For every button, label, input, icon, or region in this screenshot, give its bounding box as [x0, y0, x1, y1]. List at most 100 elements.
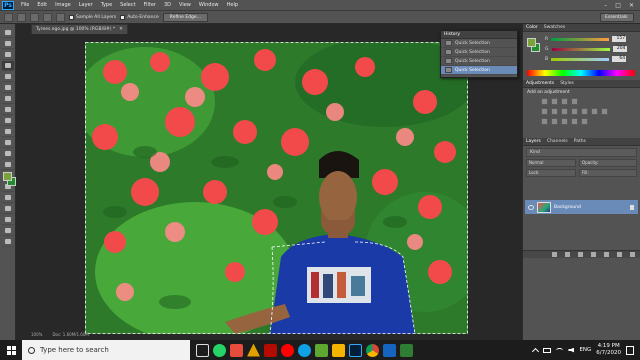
- blur-tool-icon[interactable]: [1, 160, 14, 170]
- eyedropper-tool-icon[interactable]: [1, 83, 14, 93]
- green-value[interactable]: 204: [612, 46, 627, 52]
- eraser-tool-icon[interactable]: [1, 138, 14, 148]
- menu-3d[interactable]: 3D: [160, 2, 175, 8]
- hue-saturation-icon[interactable]: [551, 108, 558, 115]
- menu-type[interactable]: Type: [97, 2, 116, 8]
- add-mask-icon[interactable]: [578, 252, 583, 257]
- zoom-tool-icon[interactable]: [1, 237, 14, 247]
- maximize-button[interactable]: □: [615, 2, 621, 9]
- document-tab[interactable]: Tyrees.ego.jpg @ 100% (RGB/8#) * ✕: [31, 24, 128, 34]
- color-spectrum-bar[interactable]: [527, 70, 635, 76]
- menu-help[interactable]: Help: [223, 2, 242, 8]
- blend-mode-select[interactable]: Normal: [526, 159, 576, 167]
- visibility-eye-icon[interactable]: [528, 204, 534, 210]
- photo-filter-icon[interactable]: [581, 108, 588, 115]
- auto-enhance-option[interactable]: Auto-Enhance: [120, 14, 159, 20]
- new-layer-icon[interactable]: [617, 252, 622, 257]
- move-tool-icon[interactable]: [1, 28, 14, 38]
- clone-stamp-tool-icon[interactable]: [1, 116, 14, 126]
- color-balance-icon[interactable]: [561, 108, 568, 115]
- app-red-icon[interactable]: [230, 343, 243, 357]
- history-brush-tool-icon[interactable]: [1, 127, 14, 137]
- foreground-color-box[interactable]: [527, 38, 536, 47]
- tab-layers[interactable]: Layers: [526, 139, 541, 144]
- youtube-icon[interactable]: [281, 343, 294, 357]
- image-canvas[interactable]: [85, 42, 468, 334]
- whatsapp-icon[interactable]: [213, 343, 226, 357]
- tab-paths[interactable]: Paths: [574, 139, 586, 144]
- sample-all-layers-option[interactable]: Sample All Layers: [69, 14, 116, 20]
- quick-selection-tool-icon[interactable]: [1, 61, 14, 71]
- tab-swatches[interactable]: Swatches: [544, 25, 566, 30]
- lock-options[interactable]: Lock:: [526, 169, 576, 177]
- posterize-icon[interactable]: [551, 118, 558, 125]
- new-selection-icon[interactable]: [17, 12, 26, 22]
- gradient-tool-icon[interactable]: [1, 149, 14, 159]
- taskbar-search-box[interactable]: Type here to search: [22, 340, 190, 360]
- lasso-tool-icon[interactable]: [1, 50, 14, 60]
- tab-styles[interactable]: Styles: [560, 81, 574, 86]
- link-layers-icon[interactable]: [552, 252, 557, 257]
- history-item[interactable]: Quick Selection: [441, 39, 517, 48]
- photoshop-taskbar-icon[interactable]: [349, 343, 362, 357]
- menu-layer[interactable]: Layer: [75, 2, 97, 8]
- exposure-icon[interactable]: [571, 98, 578, 105]
- action-center-icon[interactable]: [626, 345, 634, 355]
- tab-channels[interactable]: Channels: [547, 139, 568, 144]
- selective-color-icon[interactable]: [571, 118, 578, 125]
- workspace-select[interactable]: Essentials: [600, 12, 634, 22]
- volume-icon[interactable]: [568, 347, 575, 353]
- marquee-tool-icon[interactable]: [1, 39, 14, 49]
- refine-edge-button[interactable]: Refine Edge...: [162, 12, 208, 22]
- curves-icon[interactable]: [561, 98, 568, 105]
- subtract-selection-icon[interactable]: [43, 12, 52, 22]
- menu-view[interactable]: View: [175, 2, 195, 8]
- healing-brush-tool-icon[interactable]: [1, 94, 14, 104]
- gradient-map-icon[interactable]: [581, 118, 588, 125]
- skype-icon[interactable]: [298, 343, 311, 357]
- menu-file[interactable]: File: [17, 2, 33, 8]
- new-adjustment-icon[interactable]: [591, 252, 596, 257]
- tab-adjustments[interactable]: Adjustments: [526, 81, 554, 86]
- vibrance-icon[interactable]: [541, 108, 548, 115]
- sample-all-layers-checkbox[interactable]: [69, 14, 74, 20]
- start-button[interactable]: [0, 340, 22, 360]
- menu-image[interactable]: Image: [51, 2, 75, 8]
- add-to-selection-icon[interactable]: [30, 12, 39, 22]
- tab-color[interactable]: Color: [526, 25, 538, 30]
- invert-icon[interactable]: [541, 118, 548, 125]
- red-value[interactable]: 157: [612, 36, 627, 42]
- brush-tool-icon[interactable]: [1, 105, 14, 115]
- new-group-icon[interactable]: [604, 252, 609, 257]
- menu-window[interactable]: Window: [195, 2, 223, 8]
- crop-tool-icon[interactable]: [1, 72, 14, 82]
- shape-tool-icon[interactable]: [1, 215, 14, 225]
- language-indicator[interactable]: ENG: [579, 347, 591, 353]
- illustrator-icon[interactable]: [264, 343, 277, 357]
- layer-kind-filter[interactable]: Kind: [526, 148, 637, 157]
- close-button[interactable]: ✕: [629, 2, 634, 9]
- path-selection-tool-icon[interactable]: [1, 204, 14, 214]
- excel-icon[interactable]: [400, 343, 413, 357]
- fill-field[interactable]: Fill:: [579, 169, 637, 177]
- layer-style-icon[interactable]: [565, 252, 570, 257]
- network-icon[interactable]: [556, 347, 564, 353]
- document-info[interactable]: Doc: 1.60M/1.60M: [52, 332, 88, 337]
- history-item-current[interactable]: Quick Selection: [441, 66, 517, 75]
- brush-size-icon[interactable]: [56, 12, 65, 22]
- threshold-icon[interactable]: [561, 118, 568, 125]
- history-item[interactable]: Quick Selection: [441, 57, 517, 66]
- menu-filter[interactable]: Filter: [140, 2, 160, 8]
- word-icon[interactable]: [383, 343, 396, 357]
- show-hidden-icons-icon[interactable]: [532, 347, 540, 355]
- chrome-icon[interactable]: [366, 343, 379, 357]
- blue-value[interactable]: 64: [612, 56, 627, 62]
- hand-tool-icon[interactable]: [1, 226, 14, 236]
- file-explorer-icon[interactable]: [332, 343, 345, 357]
- auto-enhance-checkbox[interactable]: [120, 14, 126, 20]
- menu-select[interactable]: Select: [116, 2, 139, 8]
- menu-edit[interactable]: Edit: [33, 2, 51, 8]
- history-tab[interactable]: History: [444, 32, 460, 37]
- levels-icon[interactable]: [551, 98, 558, 105]
- foreground-color-swatch[interactable]: [3, 172, 12, 181]
